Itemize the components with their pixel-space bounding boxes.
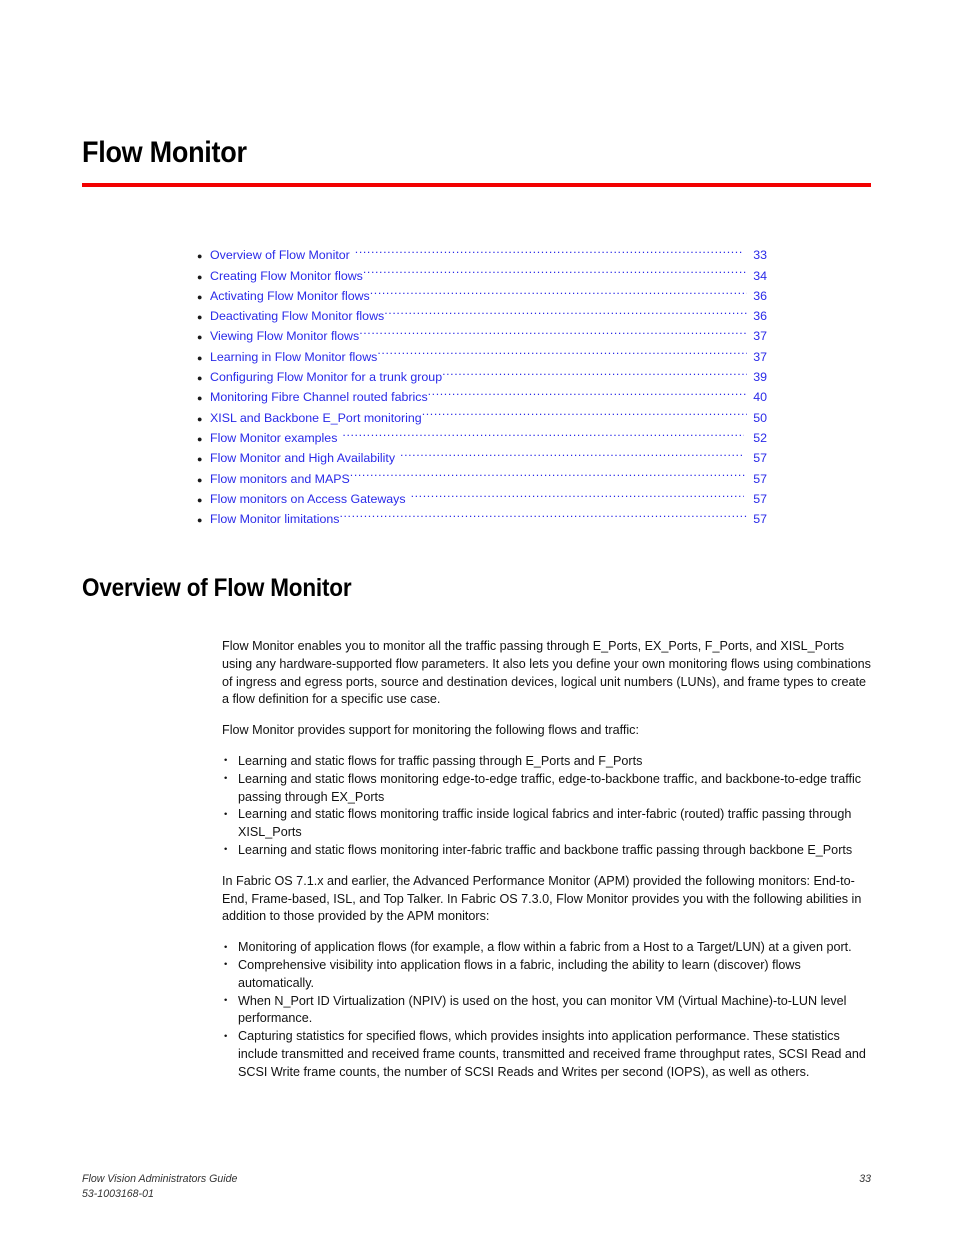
toc-entry[interactable]: ● Overview of Flow Monitor 33 bbox=[197, 239, 767, 262]
toc-entry-page-number: 40 bbox=[753, 390, 767, 405]
footer-guide-title: Flow Vision Administrators Guide bbox=[82, 1173, 238, 1185]
toc-entry-label[interactable]: Flow monitors and MAPS bbox=[210, 469, 350, 489]
body-content: Flow Monitor enables you to monitor all … bbox=[222, 638, 872, 1095]
toc-entry-page-number: 57 bbox=[753, 451, 767, 466]
toc-entry-label[interactable]: Overview of Flow Monitor bbox=[210, 245, 350, 265]
toc-entry-page-number: 33 bbox=[753, 248, 767, 263]
list-item: When N_Port ID Virtualization (NPIV) is … bbox=[222, 992, 872, 1029]
toc-entry-page-number: 34 bbox=[753, 268, 767, 283]
bullet-list-added-abilities: Monitoring of application flows (for exa… bbox=[222, 939, 872, 1081]
toc-entry-page-number: 50 bbox=[753, 410, 767, 425]
toc-leader-dots bbox=[384, 300, 747, 320]
title-underline-rule bbox=[82, 183, 871, 187]
toc-leader-dots bbox=[422, 401, 747, 421]
bullet-icon: ● bbox=[197, 352, 203, 363]
bullet-icon: ● bbox=[197, 474, 203, 485]
bullet-list-supported-flows: Learning and static flows for traffic pa… bbox=[222, 752, 872, 860]
list-item: Learning and static flows monitoring edg… bbox=[222, 770, 872, 807]
toc-entry-page-number: 57 bbox=[753, 512, 767, 527]
toc-leader-dots bbox=[411, 483, 744, 503]
toc-entry-page-number: 57 bbox=[753, 491, 767, 506]
toc-entry-label[interactable]: Flow Monitor limitations bbox=[210, 509, 339, 529]
list-item: Learning and static flows monitoring tra… bbox=[222, 806, 872, 842]
bullet-icon: ● bbox=[197, 332, 203, 343]
toc-leader-dots bbox=[339, 503, 747, 523]
bullet-icon: ● bbox=[197, 291, 203, 302]
paragraph-fabric-os-history: In Fabric OS 7.1.x and earlier, the Adva… bbox=[222, 873, 862, 924]
bullet-icon: ● bbox=[197, 413, 203, 424]
toc-entry-label[interactable]: Flow Monitor examples bbox=[210, 428, 337, 448]
toc-leader-dots bbox=[359, 320, 747, 340]
toc-leader-dots bbox=[442, 361, 747, 381]
toc-leader-dots bbox=[363, 259, 747, 279]
paragraph-intro: Flow Monitor enables you to monitor all … bbox=[222, 639, 871, 707]
list-item: Capturing statistics for specified flows… bbox=[222, 1028, 872, 1081]
bullet-icon: ● bbox=[197, 433, 203, 444]
bullet-icon: ● bbox=[197, 494, 203, 505]
toc-entry-label[interactable]: Deactivating Flow Monitor flows bbox=[210, 306, 384, 326]
table-of-contents: ● Overview of Flow Monitor 33 ● Creating Flo… bbox=[197, 239, 767, 526]
footer-document-number: 53-1003168-01 bbox=[82, 1187, 154, 1200]
toc-entry-page-number: 36 bbox=[753, 309, 767, 324]
list-item: Comprehensive visibility into applicatio… bbox=[222, 956, 872, 993]
list-item: Learning and static flows monitoring int… bbox=[222, 841, 872, 860]
bullet-icon: ● bbox=[197, 271, 203, 282]
bullet-icon: ● bbox=[197, 515, 203, 526]
toc-leader-dots bbox=[428, 381, 747, 401]
chapter-title: Flow Monitor bbox=[82, 136, 247, 169]
toc-entry-label[interactable]: Activating Flow Monitor flows bbox=[210, 286, 370, 306]
list-item: Learning and static flows for traffic pa… bbox=[222, 752, 872, 771]
toc-entry-page-number: 57 bbox=[753, 471, 767, 486]
bullet-icon: ● bbox=[197, 454, 203, 465]
toc-leader-dots bbox=[342, 422, 744, 442]
toc-entry-label[interactable]: Configuring Flow Monitor for a trunk gro… bbox=[210, 367, 442, 387]
toc-entry-page-number: 37 bbox=[753, 349, 767, 364]
document-page: Flow Monitor ● Overview of Flow Monitor 33… bbox=[0, 0, 954, 1235]
toc-entry-label[interactable]: Monitoring Fibre Channel routed fabrics bbox=[210, 387, 428, 407]
bullet-icon: ● bbox=[197, 373, 203, 384]
toc-entry-page-number: 36 bbox=[753, 288, 767, 303]
bullet-icon: ● bbox=[197, 393, 203, 404]
toc-leader-dots bbox=[350, 462, 747, 482]
page-footer: Flow Vision Administrators Guide 33 53-1… bbox=[82, 1172, 871, 1201]
toc-entry-page-number: 37 bbox=[753, 329, 767, 344]
toc-leader-dots bbox=[400, 442, 744, 462]
bullet-icon: ● bbox=[197, 312, 203, 323]
toc-entry-label[interactable]: Viewing Flow Monitor flows bbox=[210, 326, 359, 346]
toc-entry-page-number: 39 bbox=[753, 370, 767, 385]
list-item: Monitoring of application flows (for exa… bbox=[222, 939, 872, 957]
toc-entry-label[interactable]: Learning in Flow Monitor flows bbox=[210, 347, 377, 367]
toc-entry-label[interactable]: Creating Flow Monitor flows bbox=[210, 266, 363, 286]
toc-leader-dots bbox=[377, 340, 747, 360]
toc-leader-dots bbox=[370, 280, 747, 300]
footer-page-number: 33 bbox=[859, 1173, 871, 1185]
toc-entry-page-number: 52 bbox=[753, 430, 767, 445]
section-heading-overview: Overview of Flow Monitor bbox=[82, 574, 352, 602]
bullet-icon: ● bbox=[197, 251, 203, 262]
toc-leader-dots bbox=[355, 239, 744, 259]
paragraph-support-lead-in: Flow Monitor provides support for monito… bbox=[222, 723, 639, 738]
